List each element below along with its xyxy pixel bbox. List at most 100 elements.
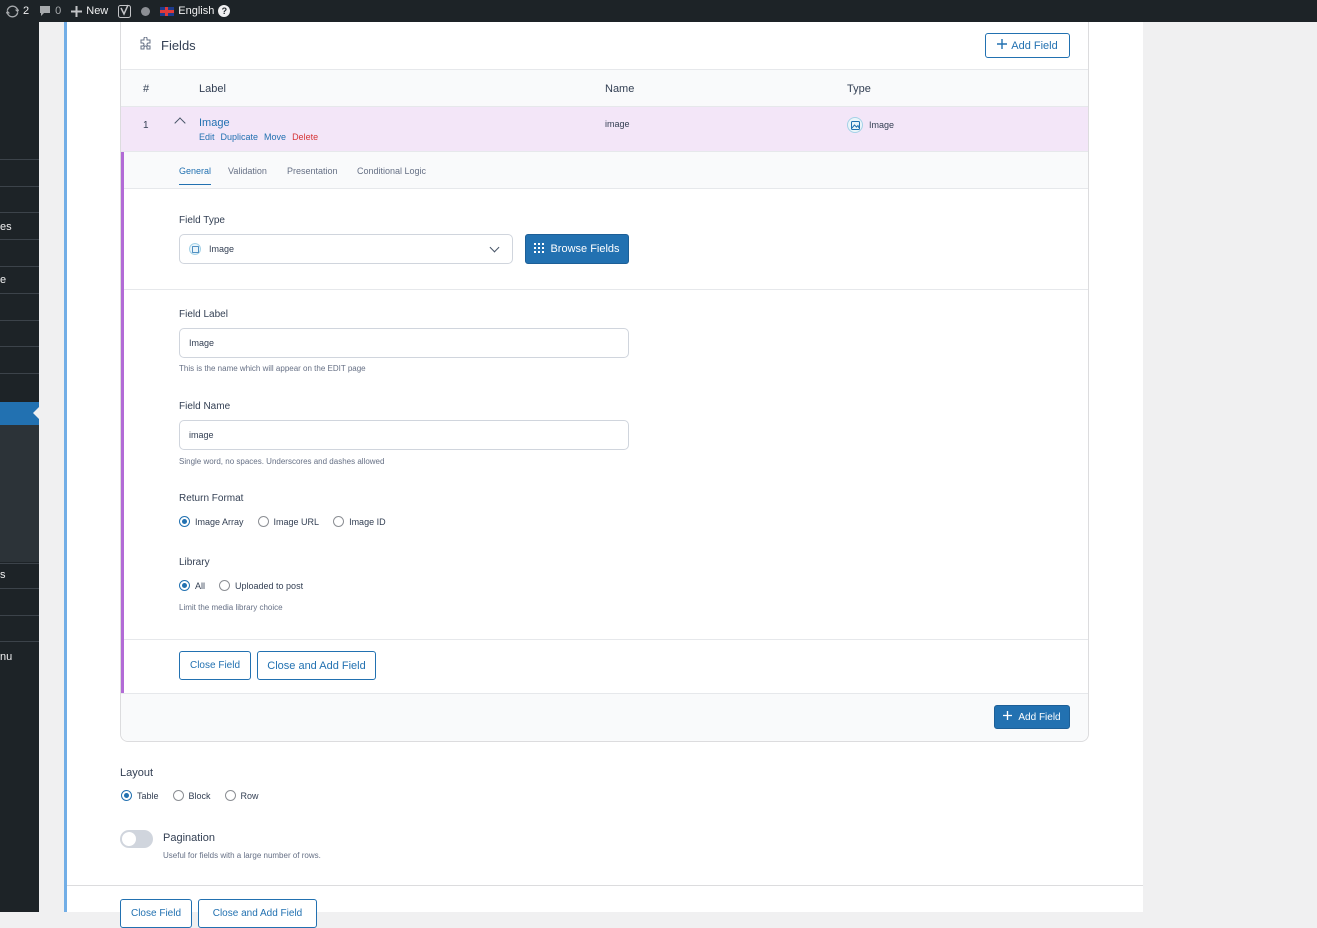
menu-item-fragment[interactable]: e [0,274,6,286]
radio-selected-icon [121,790,132,801]
grid-icon [534,242,545,256]
radio-block[interactable]: Block [172,790,211,801]
uk-flag-icon [160,6,175,16]
new-label: New [86,5,109,17]
pagination-hint: Useful for fields with a large number of… [163,851,321,860]
fields-box-header: Fields Add Field [121,22,1088,70]
browse-fields-button[interactable]: Browse Fields [525,234,629,264]
plus-icon [71,5,83,17]
plus-icon [1003,711,1013,723]
pagination-toggle[interactable] [120,830,153,848]
table-row[interactable]: 1 Image Edit Duplicate Move Delete image… [121,107,1088,152]
chevron-down-icon [489,242,500,253]
fields-title: Fields [139,36,196,54]
yoast-item[interactable] [118,0,132,22]
menu-item-fragment[interactable]: nu [0,651,12,663]
language-item[interactable]: English ? [160,0,231,22]
divider [124,289,1088,290]
radio-empty-icon [333,516,345,527]
bottom-close-and-add-button[interactable]: Close and Add Field [198,899,317,928]
menu-separator [0,641,39,642]
radio-row[interactable]: Row [224,790,259,801]
duplicate-link[interactable]: Duplicate [221,132,259,142]
add-field-button[interactable]: Add Field [985,33,1070,58]
browse-fields-label: Browse Fields [550,243,620,255]
field-name-hint: Single word, no spaces. Underscores and … [179,457,385,466]
radio-label: Table [137,790,159,801]
divider [124,639,1088,640]
menu-separator [0,159,39,160]
radio-label: Uploaded to post [235,580,304,591]
menu-item-fragment[interactable]: s [0,569,6,581]
fields-box-footer: Add Field [121,693,1088,741]
field-name-label: Field Name [179,401,231,412]
menu-separator [0,239,39,240]
radio-label: Image Array [195,516,244,527]
layout-radios: Table Block Row [121,790,259,801]
yoast-icon [118,4,132,18]
fields-title-text: Fields [161,38,196,53]
edit-link[interactable]: Edit [199,132,215,142]
row-field-type-text: Image [869,120,895,130]
radio-all[interactable]: All [179,580,205,591]
new-content-item[interactable]: New [71,0,108,22]
library-label: Library [179,557,210,568]
field-label-hint: This is the name which will appear on th… [179,364,366,373]
radio-label: Block [188,790,211,801]
delete-link[interactable]: Delete [292,132,318,142]
close-and-add-label: Close and Add Field [267,659,366,672]
admin-side-menu: es e s nu [0,22,39,912]
radio-uploaded-to-post[interactable]: Uploaded to post [219,580,303,591]
row-field-name: image [605,119,630,129]
comments-item[interactable]: 0 [39,0,61,22]
tab-presentation[interactable]: Presentation [287,166,338,176]
radio-table[interactable]: Table [121,790,159,801]
move-link[interactable]: Move [264,132,286,142]
field-type-label: Field Type [179,215,225,226]
field-type-value: Image [209,244,235,254]
bottom-close-field-button[interactable]: Close Field [120,899,192,928]
status-dot-item[interactable] [141,0,151,22]
status-dot-icon [141,6,151,16]
menu-separator [0,373,39,374]
row-field-label[interactable]: Image [199,117,230,129]
menu-separator [0,186,39,187]
field-name-input[interactable]: image [179,420,629,450]
tab-validation[interactable]: Validation [228,166,267,176]
help-icon[interactable]: ? [218,5,231,17]
close-field-button[interactable]: Close Field [179,651,251,680]
radio-image-url[interactable]: Image URL [257,516,319,527]
close-and-add-field-button[interactable]: Close and Add Field [257,651,376,680]
menu-separator [0,615,39,616]
radio-empty-icon [257,516,269,527]
field-label-input[interactable]: Image [179,328,629,358]
column-num: # [143,83,150,95]
close-field-label: Close Field [130,908,182,919]
radio-image-array[interactable]: Image Array [179,516,244,527]
radio-label: Image ID [349,516,386,527]
radio-empty-icon [224,790,236,801]
column-type: Type [847,83,871,95]
field-name-value: image [189,430,214,440]
tab-general[interactable]: General [179,166,212,185]
row-number: 1 [143,120,149,131]
footer-add-field-label: Add Field [1018,711,1061,723]
column-label: Label [199,83,226,95]
updates-count: 2 [23,5,30,17]
menu-item-fragment[interactable]: es [0,221,12,233]
footer-add-field-button[interactable]: Add Field [994,705,1070,729]
radio-image-id[interactable]: Image ID [333,516,386,527]
field-label-label: Field Label [179,309,228,320]
column-name: Name [605,83,635,95]
menu-separator [0,563,39,564]
chevron-up-icon[interactable] [174,117,186,129]
field-settings-panel: General Validation Presentation Conditio… [121,152,1088,693]
fields-table-header: # Label Name Type [121,70,1088,107]
comments-count: 0 [55,5,62,17]
menu-item-active[interactable] [0,402,39,425]
tab-conditional-logic[interactable]: Conditional Logic [357,166,426,176]
field-type-select[interactable]: Image [179,234,513,264]
updates-item[interactable]: 2 [6,0,29,22]
menu-separator [0,320,39,321]
plus-icon [997,39,1008,52]
